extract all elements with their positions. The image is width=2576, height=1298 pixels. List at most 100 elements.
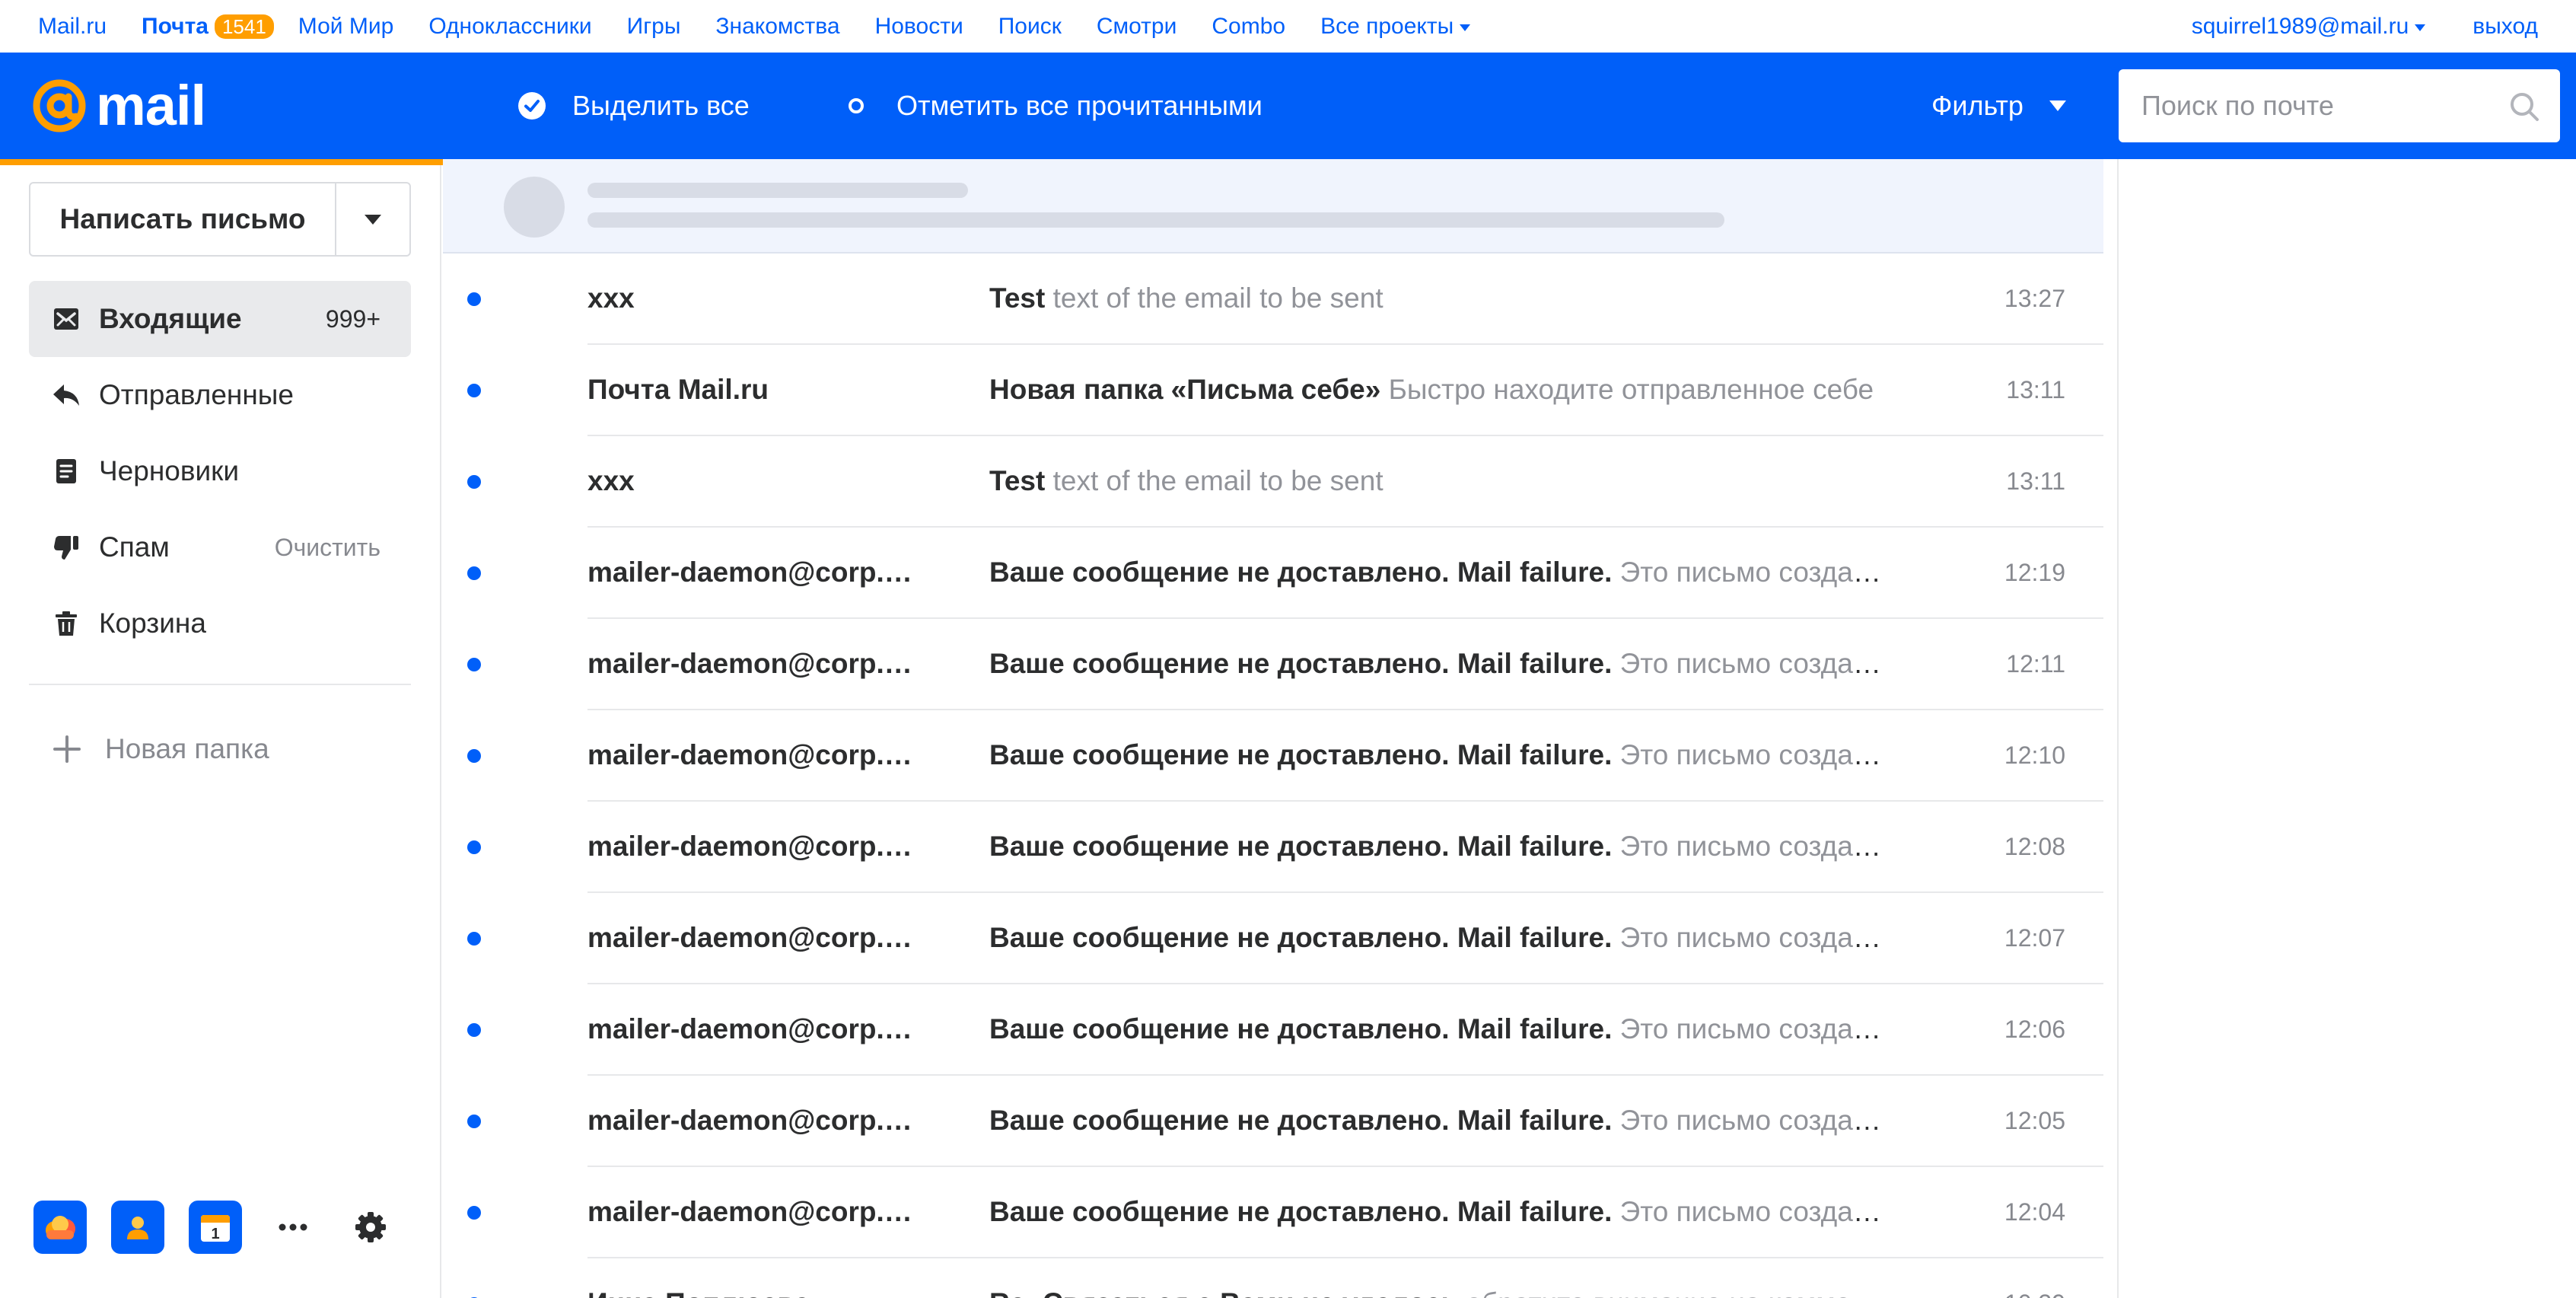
folder-label: Входящие [99,303,242,334]
unread-dot-icon[interactable] [467,749,481,763]
apps-bar: 1 [33,1201,397,1254]
folder-sent[interactable]: Отправленные [29,357,411,433]
portal-link-dating[interactable]: Знакомства [715,14,839,40]
folder-trash[interactable]: Корзина [29,585,411,662]
unread-badge: 1541 [214,14,274,39]
account-dropdown[interactable]: squirrel1989@mail.ru [2192,14,2426,40]
folder-label: Спам [99,531,170,563]
letter-row[interactable]: Инна Поплюева Re: Связаться с Вами не уда… [443,1258,2103,1298]
letter-subject: Test [989,282,1046,314]
portal-link-label: Почта [142,13,209,39]
letter-sender: mailer-daemon@corp.mail.ru [587,557,922,588]
letter-snippet: text of the email to be sent [1052,465,1384,496]
logo-text: mail [96,74,206,137]
unread-dot-icon[interactable] [467,1023,481,1037]
unread-dot-icon[interactable] [467,1206,481,1220]
letter-snippet: Это письмо создано автоматически [1619,1105,1883,1136]
letter-subject-line: Test text of the email to be sent [989,254,1883,343]
letter-subject: Ваше сообщение не доставлено. Mail failu… [989,1105,1613,1136]
cloud-app-icon[interactable] [33,1201,87,1254]
account-email: squirrel1989@mail.ru [2191,13,2409,39]
logout-link[interactable]: выход [2473,14,2538,40]
loading-skeleton-row [443,159,2103,254]
calendar-app-icon[interactable]: 1 [189,1201,242,1254]
letter-list: xxx Test text of the email to be sent 13:2… [443,159,2103,1298]
letter-row[interactable]: mailer-daemon@corp.mail.ru Ваше сообщение… [443,893,2103,984]
chevron-down-icon [365,214,381,225]
letter-snippet: Быстро находите отправленное себе [1388,374,1874,405]
folder-drafts[interactable]: Черновики [29,433,411,509]
settings-gear-icon[interactable] [344,1201,397,1254]
letter-sender: mailer-daemon@corp.mail.ru [587,1105,922,1136]
letter-subject: Ваше сообщение не доставлено. Mail failu… [989,557,1613,588]
unread-dot-icon[interactable] [467,1115,481,1128]
letter-row[interactable]: mailer-daemon@corp.mail.ru Ваше сообщение… [443,710,2103,802]
portal-link-pochta[interactable]: Почта [142,14,209,40]
compose-group: Написать письмо [29,182,411,257]
folder-inbox[interactable]: Входящие 999+ [29,281,411,357]
list-border [2117,159,2119,1298]
letter-row[interactable]: mailer-daemon@corp.mail.ru Ваше сообщение… [443,619,2103,710]
folder-label: Корзина [99,608,206,639]
letter-row[interactable]: mailer-daemon@corp.mail.ru Ваше сообщение… [443,802,2103,893]
all-projects-dropdown[interactable]: Все проекты [1320,14,1471,40]
letter-row[interactable]: mailer-daemon@corp.mail.ru Ваше сообщение… [443,1167,2103,1258]
letter-row[interactable]: mailer-daemon@corp.mail.ru Ваше сообщение… [443,984,2103,1076]
folder-spam[interactable]: Спам Очистить [29,509,411,585]
letter-snippet: Это письмо создано автоматически [1619,557,1883,588]
letter-subject-line: Ваше сообщение не доставлено. Mail failu… [989,1167,1883,1257]
mark-all-read-label: Отметить все прочитанными [896,90,1263,121]
letter-row[interactable]: xxx Test text of the email to be sent 13:2… [443,254,2103,345]
portal-link-moymir[interactable]: Мой Мир [298,14,394,40]
letter-row[interactable]: mailer-daemon@corp.mail.ru Ваше сообщение… [443,528,2103,619]
letter-row[interactable]: Почта Mail.ru Новая папка «Письма себе» Б… [443,345,2103,436]
mark-all-read-button[interactable]: Отметить все прочитанными [842,53,1263,159]
mail-logo[interactable]: mail [29,74,206,137]
unread-dot-icon[interactable] [467,932,481,946]
letter-row[interactable]: mailer-daemon@corp.mail.ru Ваше сообщение… [443,1076,2103,1167]
filter-dropdown[interactable]: Фильтр [1931,53,2066,159]
letter-subject: Ваше сообщение не доставлено. Mail failu… [989,1013,1613,1044]
letter-row[interactable]: xxx Test text of the email to be sent 13:1… [443,436,2103,528]
unread-dot-icon[interactable] [467,475,481,489]
portal-link-combo[interactable]: Combo [1212,14,1285,40]
portal-link-mailru[interactable]: Mail.ru [38,14,107,40]
unread-dot-icon[interactable] [467,566,481,580]
new-folder-button[interactable]: Новая папка [52,719,269,780]
letter-snippet: Это письмо создано автоматически [1619,1013,1883,1044]
letter-subject-line: Ваше сообщение не доставлено. Mail failu… [989,1076,1883,1166]
portal-link-news[interactable]: Новости [875,14,963,40]
contacts-app-icon[interactable] [111,1201,164,1254]
unread-dot-icon[interactable] [467,658,481,671]
search-input[interactable] [2141,90,2499,122]
sidebar-divider [29,684,411,685]
select-all-button[interactable]: Выделить все [517,53,750,159]
letter-snippet: Это письмо создано автоматически [1619,922,1883,953]
letter-snippet: Это письмо создано автоматически [1619,1196,1883,1227]
sidebar: Написать письмо Входящие 999+ Отправленн… [0,159,441,1298]
skeleton-line [587,183,968,198]
letter-time: 12:19 [2004,559,2065,586]
search-icon[interactable] [2508,91,2540,123]
clear-spam-link[interactable]: Очистить [275,534,381,562]
unread-dot-icon[interactable] [467,840,481,854]
letter-time: 12:04 [2004,1198,2065,1226]
skeleton-line [587,212,1724,228]
portal-link-search[interactable]: Поиск [998,14,1062,40]
portal-link-games[interactable]: Игры [627,14,681,40]
letter-sender: xxx [587,282,635,314]
more-icon[interactable] [266,1201,320,1254]
portal-link-watch[interactable]: Смотри [1097,14,1177,40]
portal-link-ok[interactable]: Одноклассники [428,14,591,40]
compose-button[interactable]: Написать письмо [30,183,335,255]
draft-icon [52,457,81,486]
chevron-down-icon [2415,24,2426,31]
folder-list: Входящие 999+ Отправленные Черновики Спа… [29,281,411,662]
letter-time: 13:11 [2006,467,2065,495]
unread-dot-icon[interactable] [467,384,481,397]
letter-time: 12:06 [2004,1016,2065,1043]
compose-options-button[interactable] [335,183,409,255]
letter-snippet: обратите внимание на комментарий [1466,1287,1883,1298]
mail-header: mail Выделить все Отметить все прочитанн… [0,53,2576,159]
unread-dot-icon[interactable] [467,292,481,306]
